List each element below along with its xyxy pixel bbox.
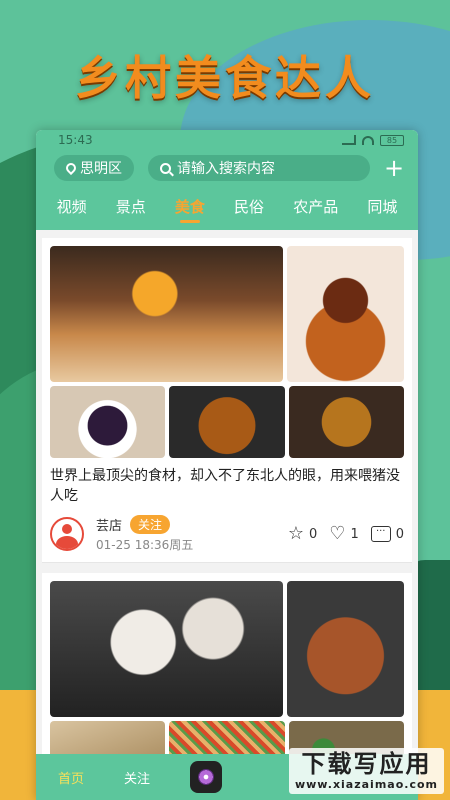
camera-button[interactable] — [190, 761, 223, 793]
post-image[interactable] — [50, 246, 284, 382]
post-time: 18:36周五 — [134, 538, 194, 552]
author-name[interactable]: 芸店 — [96, 515, 122, 534]
watermark-url: www.xiazaimao.com — [294, 778, 438, 791]
category-tabs: 视频 景点 美食 民俗 农产品 同城 — [36, 186, 418, 226]
battery-icon: 85 — [380, 134, 404, 146]
status-bar: 15:43 85 — [36, 130, 418, 150]
tab-food[interactable]: 美食 — [173, 190, 207, 223]
tab-folk[interactable]: 民俗 — [232, 190, 266, 223]
like-count: 1 — [350, 526, 359, 542]
search-placeholder: 请输入搜索内容 — [177, 161, 275, 177]
watermark: 下载写应用 www.xiazaimao.com — [288, 748, 444, 794]
post-timestamp: 01-25 18:36周五 — [96, 536, 193, 553]
camera-icon — [198, 769, 215, 785]
post-image[interactable] — [50, 581, 284, 717]
post-image[interactable] — [169, 386, 285, 458]
status-time: 15:43 — [58, 133, 93, 147]
feed-list: 世界上最顶尖的食材，却入不了东北人的眼，用来喂猪没人吃 芸店 关注 01-25 … — [36, 230, 418, 755]
app-header: 15:43 85 思明区 请输入搜索内容 + 视频 景点 美食 民俗 农产品 同… — [36, 130, 418, 230]
post-image-grid — [50, 581, 404, 717]
watermark-title: 下载写应用 — [301, 750, 432, 778]
post-image[interactable] — [287, 581, 404, 717]
heart-icon: ♡ — [329, 523, 346, 544]
promo-headline: 乡村美食达人 — [75, 51, 375, 105]
post-image[interactable] — [50, 386, 166, 458]
nav-follow[interactable]: 关注 — [124, 768, 150, 787]
post-actions: ☆ 0 ♡ 1 ··· 0 — [288, 525, 404, 543]
post-image-grid — [50, 386, 404, 458]
nav-home[interactable]: 首页 — [58, 768, 84, 787]
comment-button[interactable]: ··· 0 — [370, 526, 404, 542]
phone-screen: 15:43 85 思明区 请输入搜索内容 + 视频 景点 美食 民俗 农产品 同… — [36, 130, 418, 800]
comment-icon: ··· — [370, 526, 391, 542]
post-image[interactable] — [288, 386, 404, 458]
tab-scenic[interactable]: 景点 — [114, 190, 148, 223]
post-image[interactable] — [50, 721, 166, 755]
tab-local[interactable]: 同城 — [365, 190, 399, 223]
feed-post[interactable] — [42, 573, 412, 755]
comment-count: 0 — [395, 526, 404, 542]
tab-video[interactable]: 视频 — [55, 190, 89, 223]
location-label: 思明区 — [80, 161, 122, 177]
author-line: 芸店 关注 — [96, 515, 193, 534]
post-image-grid — [50, 246, 404, 382]
post-image[interactable] — [287, 246, 404, 382]
post-date: 01-25 — [96, 538, 131, 552]
location-pin-icon — [63, 160, 79, 176]
search-icon — [160, 162, 171, 174]
plus-icon[interactable]: + — [384, 156, 404, 180]
status-icons: 85 — [342, 134, 404, 146]
wifi-icon — [362, 135, 374, 145]
author-info: 芸店 关注 01-25 18:36周五 — [96, 515, 193, 553]
feed-post[interactable]: 世界上最顶尖的食材，却入不了东北人的眼，用来喂猪没人吃 芸店 关注 01-25 … — [42, 238, 412, 563]
follow-button[interactable]: 关注 — [130, 515, 171, 534]
location-selector[interactable]: 思明区 — [54, 155, 134, 181]
favorite-count: 0 — [309, 526, 318, 542]
avatar[interactable] — [50, 517, 84, 551]
post-image[interactable] — [169, 721, 285, 755]
tab-produce[interactable]: 农产品 — [291, 190, 340, 223]
search-input[interactable]: 请输入搜索内容 — [148, 155, 370, 181]
signal-icon — [342, 135, 356, 145]
post-meta: 芸店 关注 01-25 18:36周五 ☆ 0 ♡ 1 ··· 0 — [50, 515, 404, 553]
search-row: 思明区 请输入搜索内容 + — [36, 150, 418, 186]
like-button[interactable]: ♡ 1 — [329, 525, 358, 543]
post-title[interactable]: 世界上最顶尖的食材，却入不了东北人的眼，用来喂猪没人吃 — [50, 466, 404, 506]
favorite-button[interactable]: ☆ 0 — [288, 525, 317, 543]
star-icon: ☆ — [287, 523, 305, 544]
